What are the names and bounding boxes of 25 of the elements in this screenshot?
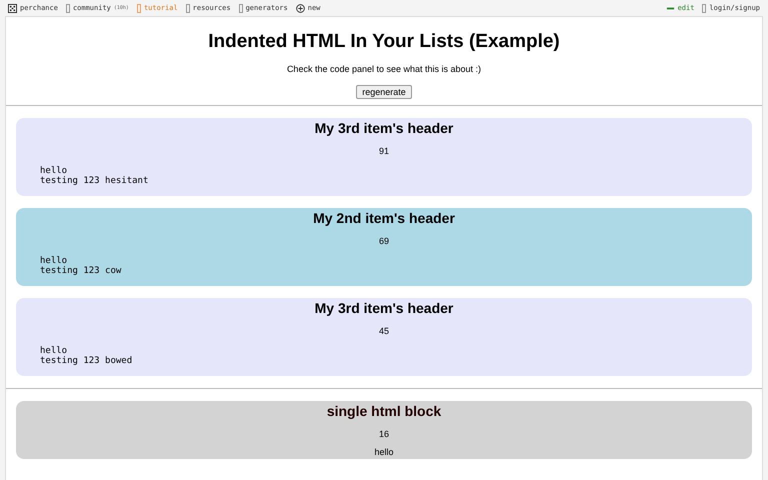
item-number: 91 — [378, 146, 390, 156]
box-icon — [238, 4, 243, 12]
item-header: My 3rd item's header — [314, 120, 454, 136]
box-icon — [702, 4, 706, 12]
item-number: 45 — [378, 326, 390, 336]
dice-icon — [8, 4, 17, 12]
page-title: Indented HTML In Your Lists (Example) — [207, 31, 561, 53]
item-header: My 3rd item's header — [314, 300, 454, 316]
regenerate-button[interactable]: regenerate — [356, 85, 412, 99]
plus-circle-icon — [296, 4, 305, 12]
item-line: testing 123 cow — [40, 266, 122, 276]
box-icon — [66, 4, 70, 12]
item-line: hello — [40, 256, 68, 266]
subtitle: Check the code panel to see what this is about :) — [286, 64, 482, 74]
item-line: testing 123 hesitant — [40, 176, 150, 186]
item-line: hello — [40, 166, 68, 176]
item-header: My 2nd item's header — [312, 210, 456, 226]
item-line: hello — [40, 346, 68, 356]
block-text: hello — [373, 447, 394, 457]
box-icon — [136, 4, 141, 12]
item-number: 69 — [378, 236, 390, 246]
block-number: 16 — [378, 429, 390, 439]
block-header: single html block — [326, 403, 442, 419]
item-line: testing 123 bowed — [40, 356, 134, 366]
box-icon — [186, 4, 190, 12]
